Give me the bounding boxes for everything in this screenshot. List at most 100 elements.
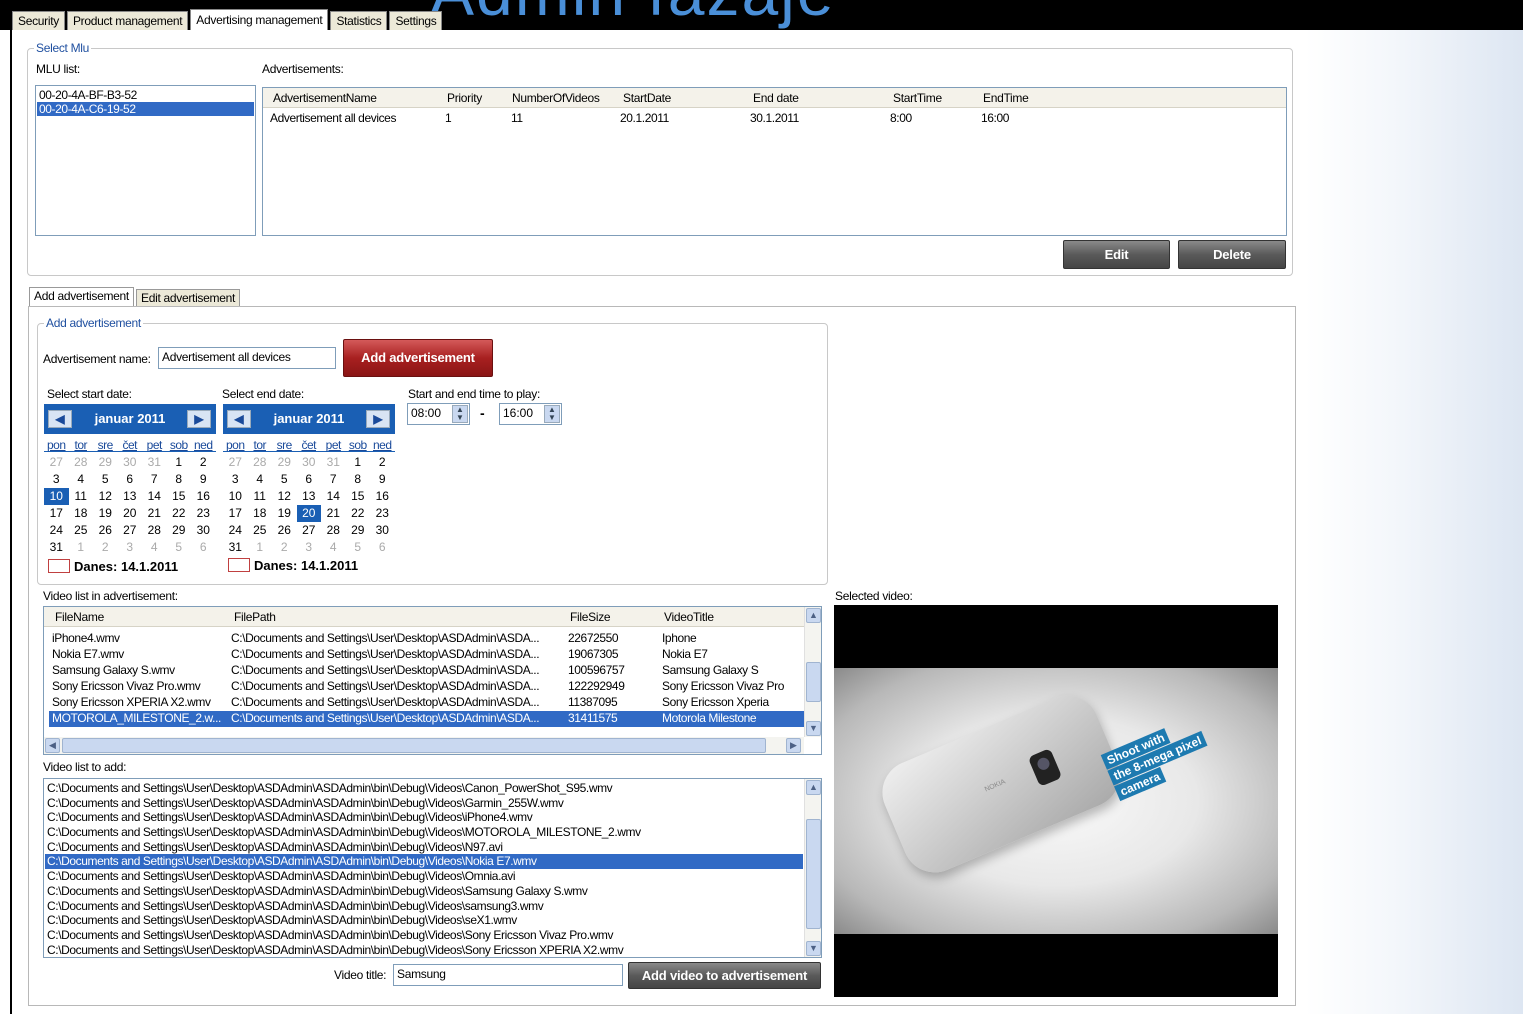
col-advertisement-name[interactable]: AdvertisementName — [273, 91, 377, 105]
calendar-day[interactable]: 8 — [346, 471, 371, 488]
calendar-day[interactable]: 2 — [191, 454, 216, 471]
ad-name-input[interactable]: Advertisement all devices — [158, 347, 336, 369]
col-file-size[interactable]: FileSize — [570, 610, 611, 624]
video-player[interactable]: NOKIA Shoot with the 8-mega pixel camera — [834, 605, 1278, 997]
calendar-day[interactable]: 7 — [321, 471, 346, 488]
scroll-right-icon[interactable]: ▶ — [786, 738, 801, 753]
calendar-day[interactable]: 2 — [272, 539, 297, 556]
calendar-day[interactable]: 11 — [248, 488, 273, 505]
calendar-day[interactable]: 24 — [44, 522, 69, 539]
tab-edit-advertisement[interactable]: Edit advertisement — [136, 289, 240, 307]
list-item[interactable]: C:\Documents and Settings\User\Desktop\A… — [45, 913, 803, 928]
col-end-date[interactable]: End date — [753, 91, 799, 105]
prev-month-icon[interactable]: ◀ — [48, 410, 72, 428]
scroll-down-icon[interactable]: ▼ — [806, 721, 821, 736]
calendar-day[interactable]: 24 — [223, 522, 248, 539]
list-item[interactable]: C:\Documents and Settings\User\Desktop\A… — [45, 825, 803, 840]
calendar-day[interactable]: 9 — [191, 471, 216, 488]
calendar-day[interactable]: 2 — [370, 454, 395, 471]
add-advertisement-button[interactable]: Add advertisement — [343, 339, 493, 377]
list-item-selected[interactable]: C:\Documents and Settings\User\Desktop\A… — [45, 854, 803, 870]
calendar-day[interactable]: 10 — [223, 488, 248, 505]
calendar-day[interactable]: 21 — [321, 505, 346, 522]
scroll-up-icon[interactable]: ▲ — [806, 780, 821, 795]
calendar-day[interactable]: 1 — [248, 539, 273, 556]
col-file-name[interactable]: FileName — [55, 610, 104, 624]
calendar-day[interactable]: 30 — [297, 454, 322, 471]
end-date-calendar[interactable]: ◀ januar 2011 ▶ pon tor sre čet pet sob ned 27… — [223, 404, 395, 544]
calendar-day[interactable]: 6 — [191, 539, 216, 556]
today-link[interactable]: Danes: 14.1.2011 — [228, 557, 358, 573]
calendar-day[interactable]: 15 — [167, 488, 192, 505]
scroll-down-icon[interactable]: ▼ — [806, 941, 821, 956]
calendar-day[interactable]: 1 — [346, 454, 371, 471]
calendar-day[interactable]: 6 — [118, 471, 143, 488]
calendar-day[interactable]: 31 — [44, 539, 69, 556]
list-item[interactable]: C:\Documents and Settings\User\Desktop\A… — [45, 840, 803, 855]
calendar-day[interactable]: 23 — [370, 505, 395, 522]
calendar-day[interactable]: 27 — [223, 454, 248, 471]
table-row[interactable]: iPhone4.wmv C:\Documents and Settings\Us… — [49, 631, 804, 647]
delete-button[interactable]: Delete — [1178, 240, 1286, 269]
calendar-day[interactable]: 11 — [69, 488, 94, 505]
advertisements-grid[interactable]: AdvertisementName Priority NumberOfVideo… — [262, 87, 1287, 236]
calendar-day[interactable]: 30 — [370, 522, 395, 539]
calendar-day[interactable]: 20 — [118, 505, 143, 522]
scroll-left-icon[interactable]: ◀ — [45, 738, 60, 753]
list-item[interactable]: C:\Documents and Settings\User\Desktop\A… — [45, 796, 803, 811]
col-number-of-videos[interactable]: NumberOfVideos — [512, 91, 600, 105]
video-grid-hscrollbar[interactable]: ◀ ▶ — [44, 737, 804, 754]
calendar-day[interactable]: 4 — [69, 471, 94, 488]
mlu-list-item[interactable]: 00-20-4A-BF-B3-52 — [37, 88, 254, 102]
calendar-day[interactable]: 5 — [167, 539, 192, 556]
calendar-day[interactable]: 17 — [44, 505, 69, 522]
table-row[interactable]: Sony Ericsson Vivaz Pro.wmv C:\Documents… — [49, 679, 804, 695]
calendar-day[interactable]: 30 — [118, 454, 143, 471]
calendar-day[interactable]: 27 — [297, 522, 322, 539]
video-add-vscrollbar[interactable]: ▲ ▼ — [804, 779, 821, 957]
calendar-day[interactable]: 29 — [346, 522, 371, 539]
calendar-day[interactable]: 3 — [44, 471, 69, 488]
col-video-title[interactable]: VideoTitle — [664, 610, 714, 624]
mlu-list-item-selected[interactable]: 00-20-4A-C6-19-52 — [37, 102, 254, 116]
calendar-day[interactable]: 29 — [272, 454, 297, 471]
video-list-grid[interactable]: FileName FilePath FileSize VideoTitle iP… — [43, 606, 822, 755]
today-link[interactable]: Danes: 14.1.2011 — [48, 558, 178, 574]
calendar-day[interactable]: 1 — [167, 454, 192, 471]
list-item[interactable]: C:\Documents and Settings\User\Desktop\A… — [45, 943, 803, 958]
calendar-day[interactable]: 28 — [142, 522, 167, 539]
calendar-day-selected[interactable]: 20 — [296, 505, 321, 522]
table-row[interactable]: Samsung Galaxy S.wmv C:\Documents and Se… — [49, 663, 804, 679]
list-item[interactable]: C:\Documents and Settings\User\Desktop\A… — [45, 884, 803, 899]
calendar-day[interactable]: 15 — [346, 488, 371, 505]
calendar-day[interactable]: 2 — [93, 539, 118, 556]
calendar-day[interactable]: 4 — [142, 539, 167, 556]
calendar-day[interactable]: 18 — [69, 505, 94, 522]
table-row-selected[interactable]: MOTOROLA_MILESTONE_2.w... C:\Documents a… — [49, 711, 804, 727]
calendar-day[interactable]: 5 — [93, 471, 118, 488]
calendar-day[interactable]: 17 — [223, 505, 248, 522]
calendar-day[interactable]: 1 — [69, 539, 94, 556]
ads-row[interactable]: Advertisement all devices 1 11 20.1.2011… — [263, 111, 1286, 127]
calendar-day[interactable]: 12 — [93, 488, 118, 505]
calendar-day[interactable]: 14 — [142, 488, 167, 505]
calendar-day[interactable]: 25 — [69, 522, 94, 539]
scroll-thumb[interactable] — [62, 738, 766, 753]
calendar-day[interactable]: 8 — [167, 471, 192, 488]
calendar-day[interactable]: 13 — [297, 488, 322, 505]
next-month-icon[interactable]: ▶ — [366, 410, 390, 428]
list-item[interactable]: C:\Documents and Settings\User\Desktop\A… — [45, 781, 803, 796]
add-video-button[interactable]: Add video to advertisement — [628, 962, 821, 989]
calendar-day[interactable]: 19 — [272, 505, 297, 522]
calendar-day[interactable]: 27 — [118, 522, 143, 539]
video-title-input[interactable]: Samsung — [393, 964, 623, 986]
next-month-icon[interactable]: ▶ — [187, 410, 211, 428]
scroll-up-icon[interactable]: ▲ — [806, 608, 821, 623]
col-priority[interactable]: Priority — [447, 91, 482, 105]
calendar-day[interactable]: 6 — [370, 539, 395, 556]
tab-advertising-management[interactable]: Advertising management — [190, 9, 329, 30]
edit-button[interactable]: Edit — [1063, 240, 1170, 269]
calendar-day[interactable]: 26 — [93, 522, 118, 539]
prev-month-icon[interactable]: ◀ — [227, 410, 251, 428]
end-time-picker[interactable]: 16:00 ▲ ▼ — [499, 403, 562, 425]
